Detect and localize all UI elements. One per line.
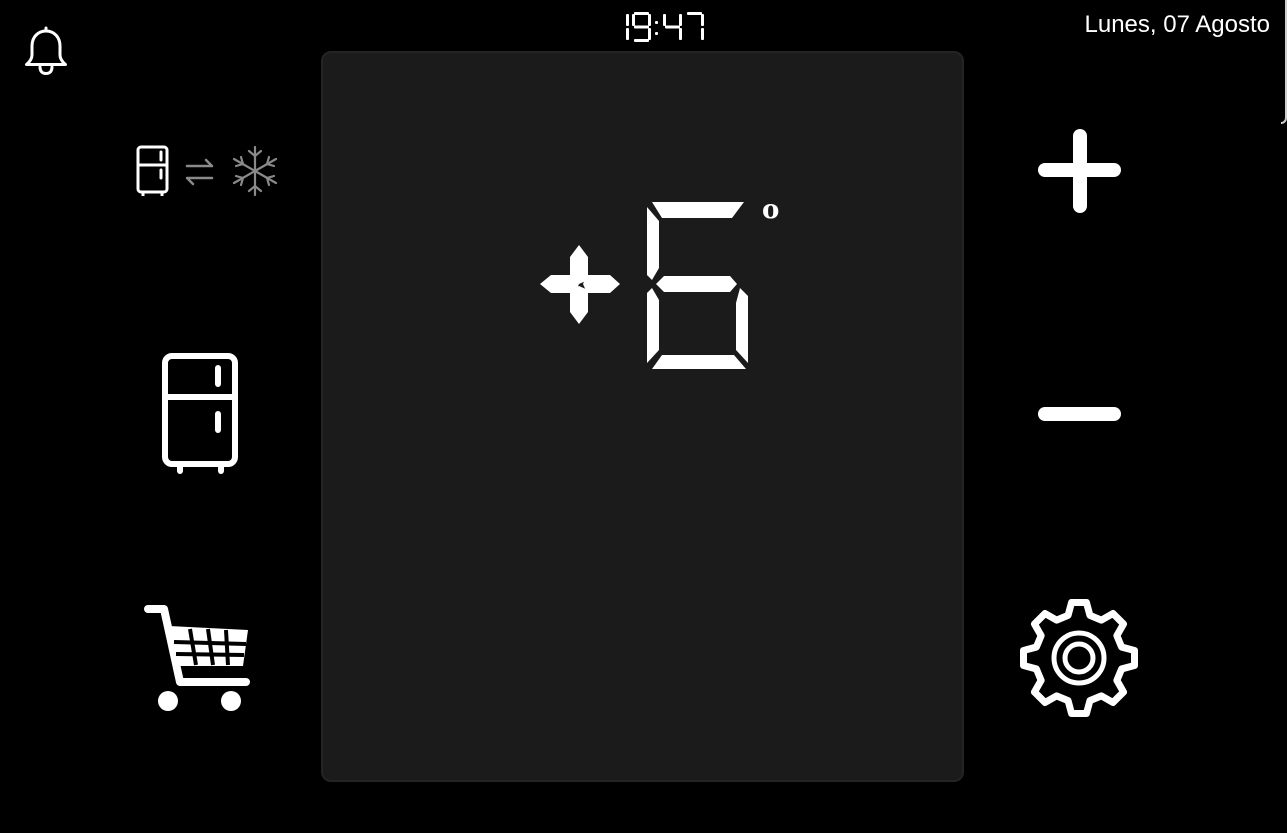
date-label: Lunes, 07 Agosto <box>1084 11 1270 38</box>
clock-segment <box>632 14 635 26</box>
fridge-icon <box>162 353 238 474</box>
mode-toggle-button[interactable] <box>132 142 284 200</box>
swap-arrows-icon <box>185 158 214 186</box>
settings-button[interactable] <box>1015 594 1143 722</box>
bell-icon <box>25 26 67 76</box>
clock-segment <box>663 14 666 26</box>
clock-segment <box>626 28 629 40</box>
fridge-small-icon <box>136 145 169 196</box>
clock-segment <box>626 14 629 26</box>
clock-segment <box>634 39 649 42</box>
main-panel <box>321 51 964 782</box>
window-edge <box>1281 0 1287 124</box>
notifications-button[interactable] <box>22 26 70 76</box>
gear-icon <box>1020 599 1138 717</box>
temperature-graphic: o <box>540 195 779 369</box>
seven-segment-clock <box>626 12 704 42</box>
shopping-cart-icon <box>144 605 250 711</box>
plus-icon <box>1038 129 1121 213</box>
fridge-button[interactable] <box>155 348 247 478</box>
fridge-control-screen: 19:47 Lunes, 07 Agosto + 6 ° <box>0 0 1287 833</box>
clock-segment <box>679 28 682 40</box>
digit-six <box>647 202 748 369</box>
shopping-list-button[interactable] <box>140 600 258 716</box>
clock-colon-dot <box>655 21 658 24</box>
plus-sign-segments <box>540 245 620 324</box>
clock-segment <box>701 14 704 26</box>
clock-segment <box>634 25 649 29</box>
clock-segment <box>679 14 682 26</box>
clock-segment <box>648 14 651 26</box>
increase-temperature-button[interactable] <box>1030 122 1130 222</box>
clock-segment <box>687 12 702 15</box>
clock-segment <box>665 25 680 29</box>
snowflake-icon <box>232 145 278 197</box>
clock: 19:47 <box>560 4 740 48</box>
clock-segment <box>648 28 651 40</box>
temperature-display: + 6 ° <box>530 190 800 380</box>
clock-segment <box>701 28 704 40</box>
degree-symbol: o <box>762 195 779 225</box>
clock-segment <box>634 12 649 15</box>
decrease-temperature-button[interactable] <box>1030 395 1130 435</box>
clock-colon-dot <box>655 32 658 35</box>
minus-icon <box>1038 407 1121 421</box>
